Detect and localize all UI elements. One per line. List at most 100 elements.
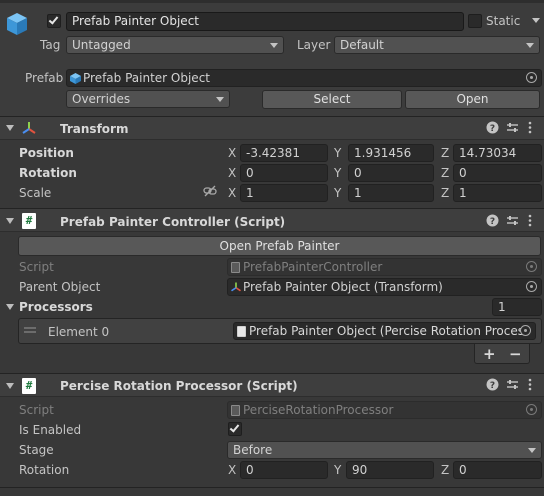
object-picker-icon	[526, 261, 537, 272]
checkmark-icon	[48, 14, 59, 25]
position-z-field[interactable]: 14.73034	[453, 144, 542, 162]
element-0-field[interactable]: Prefab Painter Object (Percise Rotation …	[233, 322, 536, 340]
axis-y-label[interactable]: Y	[334, 185, 341, 201]
object-name-text: Prefab Painter Object	[72, 14, 199, 28]
scale-label: Scale	[19, 186, 52, 200]
select-button[interactable]: Select	[262, 90, 402, 109]
rotation-z-field[interactable]: 0	[453, 461, 542, 479]
divider	[0, 396, 544, 397]
foldout-arrow-icon[interactable]	[6, 383, 14, 389]
kebab-menu-icon[interactable]	[527, 214, 533, 227]
axis-x-label[interactable]: X	[228, 145, 236, 161]
chevron-down-icon	[532, 18, 540, 23]
script-value: PrefabPainterController	[243, 260, 383, 274]
axis-y-label[interactable]: Y	[334, 165, 341, 181]
script-value: PerciseRotationProcessor	[243, 403, 394, 417]
processors-label[interactable]: Processors	[19, 299, 93, 315]
parent-object-value: Prefab Painter Object (Transform)	[243, 280, 443, 294]
axis-z-label[interactable]: Z	[441, 185, 449, 201]
script-label: Script	[19, 260, 54, 274]
tag-label: Tag	[40, 38, 61, 52]
object-name-field[interactable]: Prefab Painter Object	[66, 12, 464, 31]
script-file-icon	[231, 262, 240, 273]
script-file-icon	[237, 326, 246, 337]
transform-axes-icon	[22, 122, 36, 134]
axis-x-label[interactable]: X	[228, 462, 236, 478]
layer-value: Default	[340, 38, 384, 52]
open-prefab-painter-button[interactable]: Open Prefab Painter	[18, 236, 541, 256]
parent-object-field[interactable]: Prefab Painter Object (Transform)	[227, 278, 542, 296]
help-icon[interactable]: ?	[486, 378, 499, 391]
chevron-down-icon	[270, 43, 278, 48]
rotation-y-field[interactable]: 90	[346, 461, 434, 479]
element-0-label: Element 0	[48, 325, 110, 339]
object-picker-icon[interactable]	[520, 325, 531, 336]
rotation-y-field[interactable]: 0	[348, 164, 434, 182]
foldout-arrow-icon[interactable]	[6, 125, 14, 131]
layer-dropdown[interactable]: Default	[334, 36, 540, 54]
kebab-menu-icon[interactable]	[527, 378, 533, 391]
prefab-label: Prefab	[25, 71, 64, 85]
controller-title: Prefab Painter Controller (Script)	[60, 215, 286, 229]
presets-sliders-icon[interactable]	[506, 121, 519, 134]
rotation-label: Rotation	[19, 166, 77, 180]
object-picker-icon[interactable]	[526, 72, 537, 83]
foldout-arrow-icon[interactable]	[6, 218, 14, 224]
chevron-down-icon	[216, 97, 224, 102]
axis-z-label[interactable]: Z	[441, 462, 449, 478]
remove-element-button[interactable]: −	[509, 346, 522, 362]
overrides-dropdown[interactable]: Overrides	[66, 90, 230, 108]
script-hash-icon: #	[21, 378, 37, 394]
rotation-z-field[interactable]: 0	[453, 164, 542, 182]
header-top-strip	[0, 0, 544, 3]
axis-z-label[interactable]: Z	[441, 165, 449, 181]
open-button[interactable]: Open	[405, 90, 540, 109]
stage-label: Stage	[19, 443, 54, 457]
script-icon-glyph: #	[22, 378, 36, 394]
drag-handle-icon[interactable]	[24, 327, 36, 333]
rotation-label: Rotation	[19, 463, 70, 477]
scale-z-field[interactable]: 1	[453, 184, 542, 202]
script-field: PerciseRotationProcessor	[227, 401, 542, 419]
kebab-menu-icon[interactable]	[527, 121, 533, 134]
tag-dropdown[interactable]: Untagged	[66, 36, 284, 54]
is-enabled-checkbox[interactable]	[228, 422, 242, 436]
chevron-down-icon	[526, 43, 534, 48]
rotation-x-field[interactable]: 0	[240, 164, 328, 182]
prefab-asset-value: Prefab Painter Object	[83, 71, 210, 85]
static-checkbox[interactable]	[468, 14, 482, 28]
axis-x-label[interactable]: X	[228, 165, 236, 181]
scale-x-field[interactable]: 1	[240, 184, 328, 202]
axis-y-label[interactable]: Y	[334, 145, 341, 161]
script-hash-icon: #	[21, 213, 37, 229]
static-dropdown[interactable]	[526, 12, 544, 30]
position-x-field[interactable]: -3.42381	[240, 144, 328, 162]
link-icon[interactable]	[203, 185, 217, 197]
position-y-field[interactable]: 1.931456	[348, 144, 434, 162]
prefab-asset-field[interactable]: Prefab Painter Object	[66, 69, 542, 87]
parent-object-label: Parent Object	[19, 280, 101, 294]
presets-sliders-icon[interactable]	[506, 378, 519, 391]
active-checkbox[interactable]	[47, 14, 61, 28]
svg-text:?: ?	[490, 217, 495, 227]
axis-y-label[interactable]: Y	[334, 462, 341, 478]
rotation-x-field[interactable]: 0	[240, 461, 328, 479]
axis-x-label[interactable]: X	[228, 185, 236, 201]
svg-text:?: ?	[490, 124, 495, 134]
axis-z-label[interactable]: Z	[441, 145, 449, 161]
divider	[0, 139, 544, 140]
position-label: Position	[19, 146, 74, 160]
static-label: Static	[486, 14, 521, 28]
help-icon[interactable]: ?	[486, 121, 499, 134]
object-picker-icon[interactable]	[526, 281, 537, 292]
processors-foldout-icon[interactable]	[6, 304, 14, 310]
help-icon[interactable]: ?	[486, 214, 499, 227]
processors-size-field[interactable]: 1	[492, 298, 542, 316]
presets-sliders-icon[interactable]	[506, 214, 519, 227]
stage-dropdown[interactable]: Before	[227, 441, 542, 459]
stage-value: Before	[233, 443, 273, 457]
add-element-button[interactable]: +	[483, 346, 496, 362]
chevron-down-icon	[528, 448, 536, 453]
scale-y-field[interactable]: 1	[348, 184, 434, 202]
prefab-cube-icon	[70, 73, 81, 84]
